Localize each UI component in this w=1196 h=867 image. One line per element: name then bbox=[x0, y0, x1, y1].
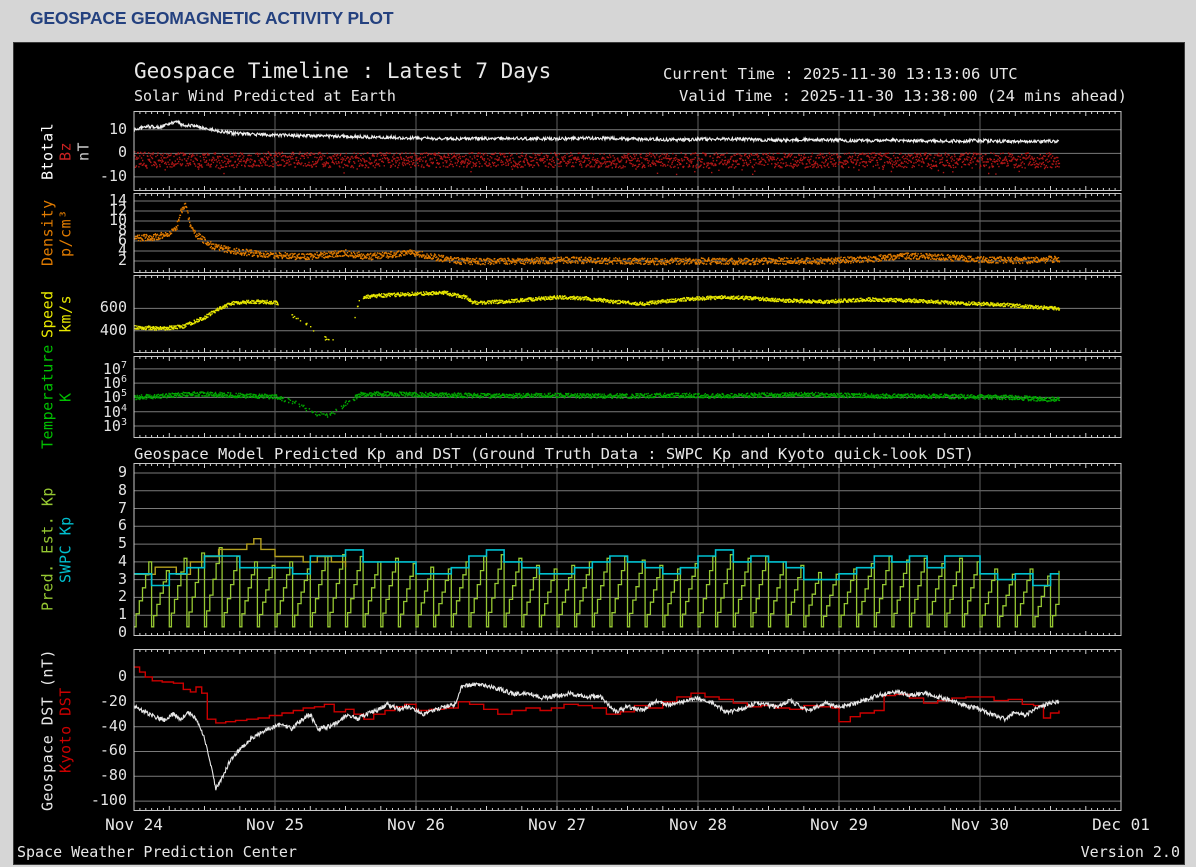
axis-label-p-cm-: p/cm³ bbox=[56, 209, 75, 257]
axis-label-pred-est-kp: Pred. Est. Kp bbox=[38, 487, 57, 612]
header-bar: GEOSPACE GEOMAGNETIC ACTIVITY PLOT bbox=[0, 0, 1196, 40]
hour-ticks bbox=[133, 111, 1122, 191]
panel-border bbox=[133, 275, 1122, 353]
axis-label-geospace-dst-nt-: Geospace DST (nT) bbox=[38, 648, 57, 812]
axis-label-kyoto-dst: Kyoto DST bbox=[56, 687, 75, 773]
series-temperature bbox=[134, 391, 1061, 418]
panel-speed bbox=[133, 275, 1122, 353]
axis-label-speed: Speed bbox=[38, 290, 57, 338]
axis-label-nt: nT bbox=[74, 141, 93, 161]
x-axis-label: Nov 24 bbox=[105, 815, 163, 834]
x-axis-label: Nov 26 bbox=[387, 815, 445, 834]
x-axis-label: Dec 01 bbox=[1092, 815, 1150, 834]
page: { "page": {"header_title": "GEOSPACE GEO… bbox=[0, 0, 1196, 867]
series-density bbox=[134, 202, 1061, 266]
panel-dst bbox=[133, 649, 1122, 811]
footer-version-label: Version 2.0 bbox=[1080, 843, 1180, 861]
x-axis-label: Nov 27 bbox=[528, 815, 586, 834]
hour-ticks bbox=[133, 275, 1122, 353]
series-bz bbox=[134, 151, 1061, 176]
axis-label-btotal: Btotal bbox=[38, 122, 57, 180]
axis-label-temperature: Temperature bbox=[38, 344, 57, 450]
footer-source-label: Space Weather Prediction Center bbox=[17, 843, 297, 861]
x-axis-label: Nov 25 bbox=[246, 815, 304, 834]
axis-label-bz: Bz bbox=[56, 141, 75, 161]
panel-kp bbox=[133, 463, 1122, 636]
plot-box: Geospace Timeline : Latest 7 Days Curren… bbox=[13, 42, 1185, 865]
panel-border bbox=[133, 649, 1122, 811]
panel-bfield bbox=[133, 111, 1122, 191]
chart-title: Geospace Timeline : Latest 7 Days bbox=[134, 59, 552, 83]
current-time-label: Current Time : 2025-11-30 13:13:06 UTC bbox=[663, 65, 1018, 83]
panel-border bbox=[133, 111, 1122, 191]
x-axis-label: Nov 29 bbox=[810, 815, 868, 834]
valid-time-label: Valid Time : 2025-11-30 13:38:00 (24 min… bbox=[679, 87, 1127, 105]
axis-label-k: K bbox=[56, 392, 75, 402]
x-axis-label: Nov 30 bbox=[951, 815, 1009, 834]
series-swpc-kp bbox=[134, 549, 1059, 587]
page-title: GEOSPACE GEOMAGNETIC ACTIVITY PLOT bbox=[30, 8, 394, 28]
series-speed bbox=[134, 290, 1061, 341]
series-btotal bbox=[134, 119, 1060, 145]
panel-temperature bbox=[133, 356, 1122, 438]
chart-subtitle: Solar Wind Predicted at Earth bbox=[134, 87, 396, 105]
kp-dst-section-title: Geospace Model Predicted Kp and DST (Gro… bbox=[134, 445, 974, 463]
axis-label-km-s: km/s bbox=[56, 294, 75, 334]
hour-ticks bbox=[133, 649, 1122, 811]
panel-density bbox=[133, 193, 1122, 273]
axis-label-swpc-kp: SWPC Kp bbox=[56, 516, 75, 583]
x-axis-label: Nov 28 bbox=[669, 815, 727, 834]
axis-label-density: Density bbox=[38, 199, 57, 267]
